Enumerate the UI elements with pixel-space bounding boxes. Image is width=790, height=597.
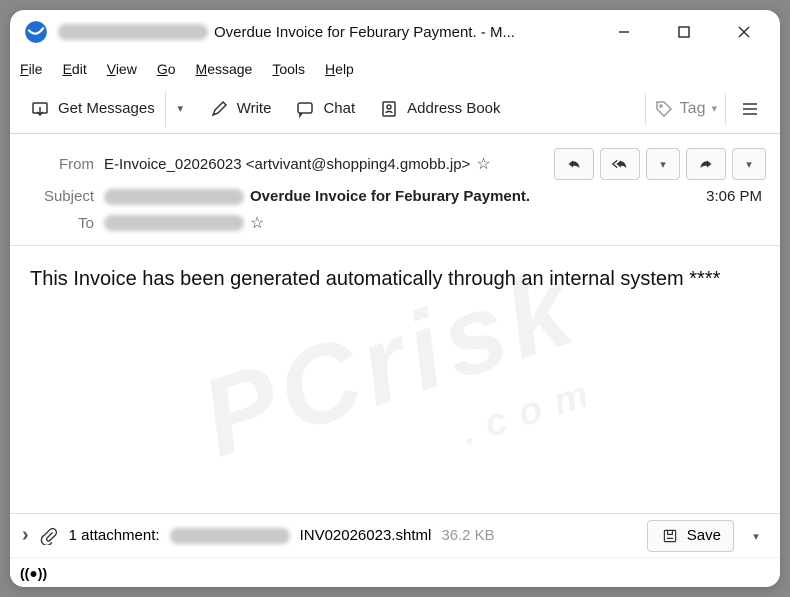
address-book-button[interactable]: Address Book <box>369 93 510 125</box>
address-book-label: Address Book <box>407 100 500 117</box>
star-icon[interactable]: ☆ <box>476 154 490 174</box>
title-text: Overdue Invoice for Feburary Payment. - … <box>214 24 515 41</box>
menu-edit[interactable]: Edit <box>63 61 87 77</box>
star-icon[interactable]: ☆ <box>250 213 264 233</box>
menu-go[interactable]: Go <box>157 61 176 77</box>
write-button[interactable]: Write <box>199 93 282 125</box>
thunderbird-icon <box>22 18 50 46</box>
activity-icon: ((●)) <box>20 565 47 581</box>
redacted-to <box>104 215 244 231</box>
attachment-size: 36.2 KB <box>441 527 494 544</box>
chat-button[interactable]: Chat <box>285 93 365 125</box>
attachment-bar: › 1 attachment: INV02026023.shtml 36.2 K… <box>10 513 780 557</box>
address-book-icon <box>379 99 399 119</box>
save-label: Save <box>687 527 721 544</box>
redacted-attachment-prefix <box>170 528 290 544</box>
maximize-button[interactable] <box>654 10 714 54</box>
message-actions: ▾ ▾ <box>554 148 766 180</box>
minimize-button[interactable] <box>594 10 654 54</box>
redacted-email <box>58 24 208 40</box>
tag-label: Tag <box>680 100 706 118</box>
save-icon <box>660 526 680 546</box>
chat-icon <box>295 99 315 119</box>
subject-value: Overdue Invoice for Feburary Payment. <box>104 188 706 205</box>
get-messages-dropdown[interactable]: ▾ <box>165 91 195 127</box>
download-icon <box>30 99 50 119</box>
tag-button[interactable]: Tag ▾ <box>645 93 726 125</box>
get-messages-button[interactable]: Get Messages <box>20 93 165 125</box>
tag-icon <box>654 99 674 119</box>
reply-dropdown[interactable]: ▾ <box>646 148 680 180</box>
paperclip-icon <box>39 526 59 546</box>
menu-view[interactable]: View <box>107 61 137 77</box>
to-value: ☆ <box>104 213 766 233</box>
more-actions-button[interactable]: ▾ <box>732 148 766 180</box>
message-headers: From E-Invoice_02026023 <artvivant@shopp… <box>10 134 780 246</box>
subject-text: Overdue Invoice for Feburary Payment. <box>250 188 530 205</box>
menu-tools[interactable]: Tools <box>272 61 305 77</box>
chat-label: Chat <box>323 100 355 117</box>
email-window: Overdue Invoice for Feburary Payment. - … <box>10 10 780 587</box>
titlebar: Overdue Invoice for Feburary Payment. - … <box>10 10 780 54</box>
body-text: This Invoice has been generated automati… <box>30 264 760 294</box>
reply-button[interactable] <box>554 148 594 180</box>
toolbar: Get Messages ▾ Write Chat Address Book T… <box>10 84 780 134</box>
get-messages-label: Get Messages <box>58 100 155 117</box>
write-label: Write <box>237 100 272 117</box>
window-controls <box>594 10 774 54</box>
expand-attachments[interactable]: › <box>22 524 29 547</box>
from-value: E-Invoice_02026023 <artvivant@shopping4.… <box>104 154 554 174</box>
save-attachment-button[interactable]: Save <box>647 520 734 552</box>
window-title: Overdue Invoice for Feburary Payment. - … <box>58 24 594 41</box>
app-menu-button[interactable] <box>730 99 770 119</box>
close-button[interactable] <box>714 10 774 54</box>
from-label: From <box>24 156 94 173</box>
subject-label: Subject <box>24 188 94 205</box>
from-address[interactable]: E-Invoice_02026023 <artvivant@shopping4.… <box>104 156 470 173</box>
redacted-subject-prefix <box>104 189 244 205</box>
menu-message[interactable]: Message <box>196 61 253 77</box>
menubar: File Edit View Go Message Tools Help <box>10 54 780 84</box>
save-dropdown[interactable]: ▾ <box>744 527 768 544</box>
attachment-filename[interactable]: INV02026023.shtml <box>300 527 432 544</box>
pencil-icon <box>209 99 229 119</box>
menu-file[interactable]: File <box>20 61 43 77</box>
message-time: 3:06 PM <box>706 188 766 205</box>
menu-help[interactable]: Help <box>325 61 354 77</box>
to-label: To <box>24 215 94 232</box>
forward-button[interactable] <box>686 148 726 180</box>
status-bar: ((●)) <box>10 557 780 587</box>
attachment-count: 1 attachment: <box>69 527 160 544</box>
reply-all-button[interactable] <box>600 148 640 180</box>
message-body: This Invoice has been generated automati… <box>10 246 780 513</box>
